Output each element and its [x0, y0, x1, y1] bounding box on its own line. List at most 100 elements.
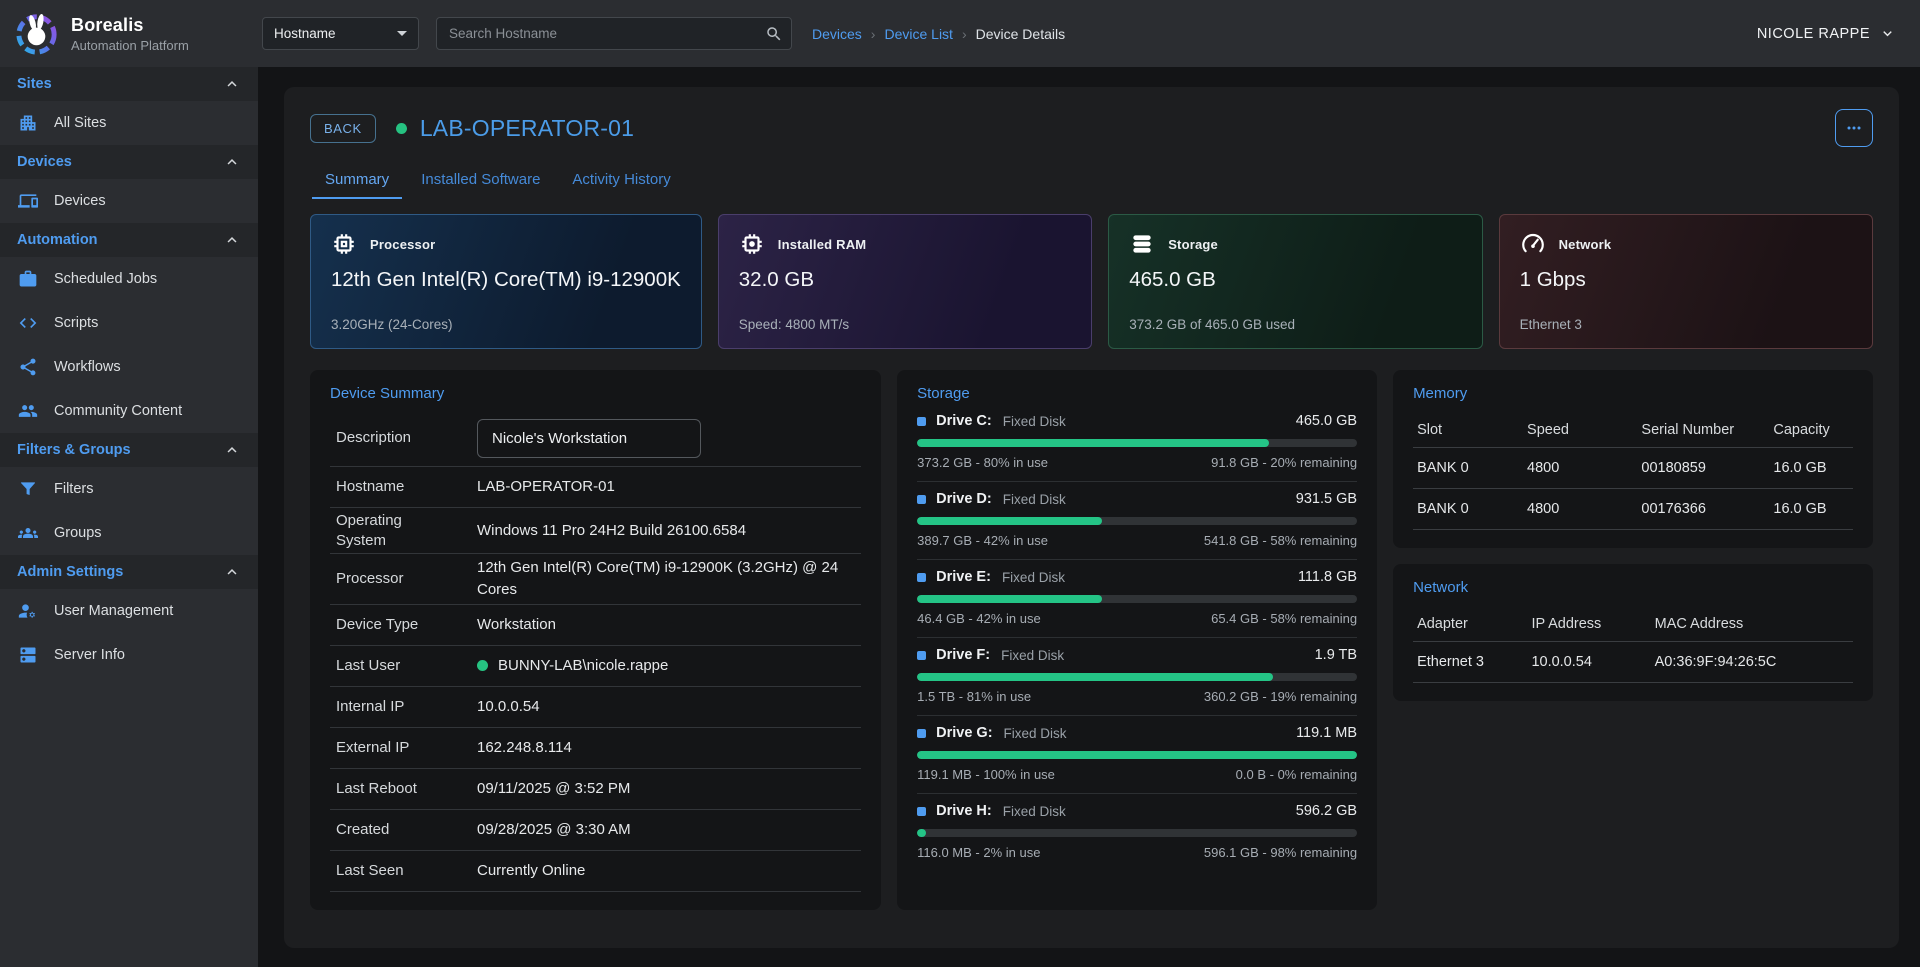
- sidebar-item-workflows[interactable]: Workflows: [0, 345, 258, 389]
- column-header-mac-address: MAC Address: [1651, 607, 1853, 642]
- summary-value-text: BUNNY-LAB\nicole.rappe: [498, 655, 668, 677]
- summary-row-label: Last Reboot: [330, 779, 477, 799]
- sidebar: Sites All Sites Devices Devices Automation Sc…: [0, 67, 258, 967]
- drive-header: Drive C:Fixed Disk465.0 GB: [917, 413, 1357, 429]
- table-row: BANK 048000017636616.0 GB: [1413, 489, 1853, 530]
- sidebar-item-community-content[interactable]: Community Content: [0, 389, 258, 433]
- sidebar-item-label: Community Content: [54, 403, 182, 419]
- user-menu[interactable]: NICOLE RAPPE: [1757, 25, 1920, 42]
- briefcase-icon: [17, 269, 39, 289]
- sidebar-item-filters[interactable]: Filters: [0, 467, 258, 511]
- stat-card-subtext: Ethernet 3: [1520, 317, 1852, 332]
- sidebar-item-all-sites[interactable]: All Sites: [0, 101, 258, 145]
- sidebar-item-label: All Sites: [54, 115, 106, 131]
- stat-card-network: Network1 GbpsEthernet 3: [1499, 214, 1873, 349]
- filter-icon: [17, 479, 39, 499]
- drive-footer: 1.5 TB - 81% in use360.2 GB - 19% remain…: [917, 689, 1357, 704]
- stat-card-header: Network: [1520, 231, 1852, 257]
- summary-row-last-reboot: Last Reboot09/11/2025 @ 3:52 PM: [330, 769, 861, 810]
- summary-row-value: 09/11/2025 @ 3:52 PM: [477, 778, 861, 800]
- user-gear-icon: [17, 601, 39, 621]
- drive-usage-bar: [917, 751, 1357, 759]
- sidebar-section-header-automation[interactable]: Automation: [0, 223, 258, 257]
- summary-value-text: Currently Online: [477, 860, 585, 882]
- summary-row-label: Description: [330, 428, 477, 448]
- brand-subtitle: Automation Platform: [71, 38, 189, 53]
- stat-card-header: Storage: [1129, 231, 1461, 257]
- breadcrumb-device-list[interactable]: Device List: [884, 26, 952, 42]
- summary-row-processor: Processor12th Gen Intel(R) Core(TM) i9-1…: [330, 554, 861, 605]
- sidebar-section-admin-settings: Admin Settings User Management Server Info: [0, 555, 258, 677]
- drive-type: Fixed Disk: [1003, 414, 1066, 429]
- sidebar-section-label: Automation: [17, 232, 98, 248]
- table-cell: 4800: [1523, 448, 1637, 489]
- table-header-row: SlotSpeedSerial NumberCapacity: [1413, 413, 1853, 448]
- sidebar-item-label: Filters: [54, 481, 93, 497]
- building-icon: [17, 113, 39, 133]
- stat-card-value: 32.0 GB: [739, 268, 1071, 292]
- drive-bullet-icon: [917, 417, 926, 426]
- table-cell: 10.0.0.54: [1527, 642, 1650, 683]
- drive-usage-bar: [917, 673, 1357, 681]
- summary-value-text: 162.248.8.114: [477, 737, 572, 759]
- chevron-up-icon: [223, 75, 241, 93]
- drive-usage-fill: [917, 517, 1102, 525]
- stat-card-row: Processor12th Gen Intel(R) Core(TM) i9-1…: [310, 214, 1873, 349]
- description-input[interactable]: [477, 419, 701, 458]
- sidebar-section-label: Devices: [17, 154, 72, 170]
- drive-drive-c: Drive C:Fixed Disk465.0 GB 373.2 GB - 80%…: [917, 404, 1357, 481]
- summary-row-value: 09/28/2025 @ 3:30 AM: [477, 819, 861, 841]
- sidebar-item-scripts[interactable]: Scripts: [0, 301, 258, 345]
- summary-row-internal-ip: Internal IP10.0.0.54: [330, 687, 861, 728]
- brand-text: Borealis Automation Platform: [71, 15, 189, 53]
- summary-row-operating-system: Operating SystemWindows 11 Pro 24H2 Buil…: [330, 508, 861, 554]
- breadcrumb-separator: ›: [871, 26, 876, 42]
- device-details-card: BACK LAB-OPERATOR-01 SummaryInstalled So…: [284, 87, 1899, 948]
- drive-used-text: 373.2 GB - 80% in use: [917, 455, 1048, 470]
- summary-row-last-seen: Last SeenCurrently Online: [330, 851, 861, 892]
- summary-row-label: Device Type: [330, 615, 477, 635]
- drive-footer: 119.1 MB - 100% in use0.0 B - 0% remaini…: [917, 767, 1357, 782]
- sidebar-item-scheduled-jobs[interactable]: Scheduled Jobs: [0, 257, 258, 301]
- tab-installed-software[interactable]: Installed Software: [408, 163, 553, 199]
- tab-summary[interactable]: Summary: [312, 163, 402, 199]
- sidebar-item-devices[interactable]: Devices: [0, 179, 258, 223]
- breadcrumb-device-details: Device Details: [976, 26, 1065, 42]
- table-cell: Ethernet 3: [1413, 642, 1527, 683]
- back-button[interactable]: BACK: [310, 114, 376, 143]
- sidebar-section-devices: Devices Devices: [0, 145, 258, 223]
- sidebar-item-server-info[interactable]: Server Info: [0, 633, 258, 677]
- hostname-filter-select[interactable]: Hostname: [262, 17, 419, 50]
- drive-header: Drive H:Fixed Disk596.2 GB: [917, 803, 1357, 819]
- sidebar-section-header-admin-settings[interactable]: Admin Settings: [0, 555, 258, 589]
- summary-row-value: Workstation: [477, 614, 861, 636]
- drive-usage-fill: [917, 673, 1273, 681]
- summary-row-label: Last Seen: [330, 861, 477, 881]
- search-input[interactable]: [436, 17, 792, 50]
- sidebar-item-label: User Management: [54, 603, 173, 619]
- drive-size: 111.8 GB: [1298, 569, 1357, 585]
- search-box: [436, 17, 792, 50]
- memory-panel-title: Memory: [1413, 385, 1853, 402]
- drive-bullet-icon: [917, 807, 926, 816]
- sidebar-item-user-management[interactable]: User Management: [0, 589, 258, 633]
- right-column: Memory SlotSpeedSerial NumberCapacity BAN…: [1393, 370, 1873, 701]
- app-root: Borealis Automation Platform Hostname De…: [0, 0, 1920, 967]
- breadcrumb-devices[interactable]: Devices: [812, 26, 862, 42]
- sidebar-item-groups[interactable]: Groups: [0, 511, 258, 555]
- more-actions-button[interactable]: [1835, 109, 1873, 147]
- column-header-adapter: Adapter: [1413, 607, 1527, 642]
- drive-name: Drive H:: [936, 803, 992, 819]
- sidebar-section-header-filters-groups[interactable]: Filters & Groups: [0, 433, 258, 467]
- tab-activity-history[interactable]: Activity History: [559, 163, 683, 199]
- breadcrumb-separator: ›: [962, 26, 967, 42]
- summary-row-label: Created: [330, 820, 477, 840]
- drive-header: Drive E:Fixed Disk111.8 GB: [917, 569, 1357, 585]
- summary-row-label: Processor: [330, 569, 477, 589]
- workflow-icon: [17, 357, 39, 377]
- summary-row-created: Created09/28/2025 @ 3:30 AM: [330, 810, 861, 851]
- drive-used-text: 46.4 GB - 42% in use: [917, 611, 1041, 626]
- people-icon: [17, 401, 39, 421]
- sidebar-section-header-sites[interactable]: Sites: [0, 67, 258, 101]
- sidebar-section-header-devices[interactable]: Devices: [0, 145, 258, 179]
